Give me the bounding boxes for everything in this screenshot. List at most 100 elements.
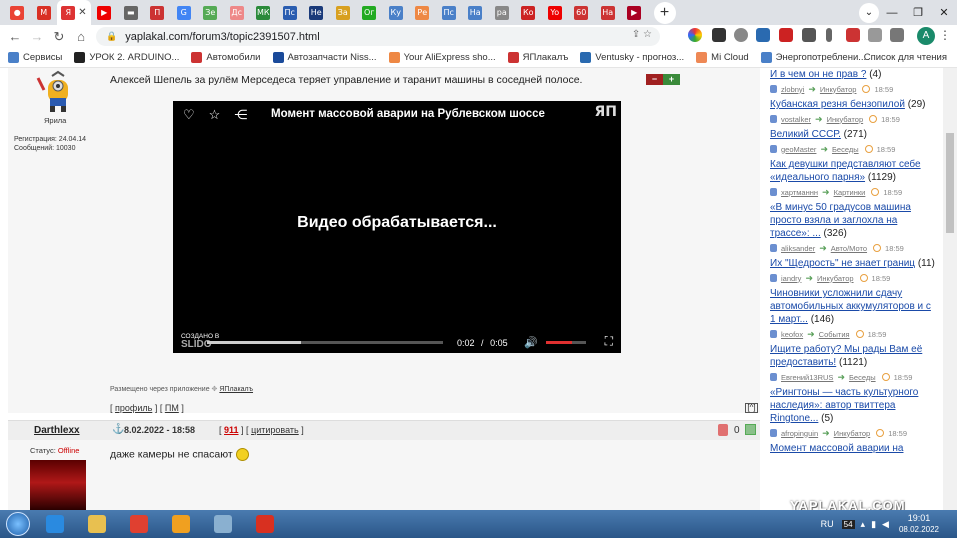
- browser-tab[interactable]: Ре: [409, 0, 436, 25]
- browser-tab[interactable]: ▶: [91, 0, 118, 25]
- topic-author-link[interactable]: хартманнн: [781, 188, 818, 197]
- topic-link[interactable]: Их "Щедрость" не знает границ: [770, 258, 915, 269]
- home-button[interactable]: ⌂: [70, 29, 92, 44]
- browser-tab[interactable]: Ку: [383, 0, 410, 25]
- topic-link[interactable]: «Рингтоны — часть культурного наследия»:…: [770, 387, 918, 424]
- taskbar-app-button[interactable]: [80, 511, 114, 537]
- topic-author-link[interactable]: aliksander: [781, 244, 815, 253]
- close-tab-icon[interactable]: ✕: [78, 7, 86, 18]
- volume-icon[interactable]: 🔊: [524, 336, 538, 349]
- video-player[interactable]: ♡ ☆ ⋲ Момент массовой аварии на Рублевск…: [173, 101, 621, 353]
- bookmark-item[interactable]: Автомобили: [191, 52, 261, 63]
- bookmark-item[interactable]: Ventusky - прогноз...: [580, 52, 684, 63]
- browser-tab[interactable]: Я ✕: [57, 0, 91, 25]
- bookmark-item[interactable]: Mi Cloud: [696, 52, 749, 63]
- topic-author-link[interactable]: keofox: [781, 330, 803, 339]
- volume-slider[interactable]: [546, 341, 586, 344]
- bookmark-item[interactable]: Your AliExpress sho...: [388, 52, 496, 63]
- browser-tab[interactable]: На: [462, 0, 489, 25]
- lock-icon[interactable]: 🔒: [106, 31, 117, 42]
- bookmark-item[interactable]: Автозапчасти Niss...: [272, 52, 377, 63]
- topic-author-link[interactable]: iandry: [781, 274, 801, 283]
- browser-tab[interactable]: МК: [250, 0, 277, 25]
- placed-via-app-link[interactable]: ЯПлакалъ: [219, 386, 253, 393]
- topic-section-link[interactable]: Картинки: [834, 188, 866, 197]
- extension-icon[interactable]: [868, 28, 882, 42]
- browser-tab[interactable]: Зе: [197, 0, 224, 25]
- browser-tab[interactable]: Дс: [224, 0, 251, 25]
- browser-tab[interactable]: 60: [568, 0, 595, 25]
- topic-section-link[interactable]: Инкубатор: [827, 115, 864, 124]
- favorite-star-icon[interactable]: ☆: [209, 107, 221, 123]
- topic-section-link[interactable]: Авто/Мото: [831, 244, 867, 253]
- bookmark-item[interactable]: Энергопотреблени...: [760, 52, 866, 63]
- bookmark-item[interactable]: ЯПлакалъ: [507, 52, 568, 63]
- topic-link[interactable]: Великий СССР.: [770, 129, 841, 140]
- back-button[interactable]: ←: [4, 29, 26, 44]
- maximize-button[interactable]: ❐: [905, 6, 931, 19]
- video-progress-bar[interactable]: [207, 341, 443, 344]
- extension-icon[interactable]: [734, 28, 748, 42]
- browser-tab[interactable]: На: [595, 0, 622, 25]
- share-star-icons[interactable]: ⇪ ☆: [632, 29, 652, 40]
- anchor-icon[interactable]: ⚓: [112, 424, 124, 435]
- browser-tab[interactable]: П: [144, 0, 171, 25]
- vote-minus-button[interactable]: −: [646, 74, 663, 85]
- taskbar-app-button[interactable]: [206, 511, 240, 537]
- profile-avatar[interactable]: A: [917, 27, 935, 45]
- topic-link[interactable]: И в чем он не прав ?: [770, 69, 866, 80]
- taskbar-app-button[interactable]: [38, 511, 72, 537]
- topic-section-link[interactable]: События: [819, 330, 850, 339]
- topic-author-link[interactable]: afropinguin: [781, 429, 818, 438]
- topic-author-link[interactable]: zlobnyi: [781, 85, 804, 94]
- browser-tab[interactable]: Пс: [436, 0, 463, 25]
- close-window-button[interactable]: ✕: [931, 6, 957, 19]
- topic-author-link[interactable]: Евгений13RUS: [781, 373, 833, 382]
- browser-tab[interactable]: ра: [489, 0, 516, 25]
- browser-tab[interactable]: Ог: [356, 0, 383, 25]
- browser-tab[interactable]: Не: [303, 0, 330, 25]
- new-tab-button[interactable]: +: [653, 1, 676, 24]
- pm-link[interactable]: ПМ: [165, 403, 179, 413]
- address-bar[interactable]: 🔒 yaplakal.com/forum3/topic2391507.html …: [96, 27, 660, 46]
- topic-link[interactable]: Кубанская резня бензопилой: [770, 99, 905, 110]
- network-icon[interactable]: ▮: [871, 519, 876, 530]
- minimize-button[interactable]: —: [879, 7, 905, 19]
- extension-icon[interactable]: [756, 28, 770, 42]
- taskbar-app-button[interactable]: [164, 511, 198, 537]
- extension-icon[interactable]: [779, 28, 793, 42]
- speaker-icon[interactable]: ◀: [882, 519, 889, 530]
- page-scrollbar[interactable]: [943, 68, 957, 510]
- like-icon[interactable]: ♡: [183, 107, 195, 123]
- extension-icon[interactable]: [802, 28, 816, 42]
- browser-tab[interactable]: M: [31, 0, 58, 25]
- extension-icon[interactable]: [826, 28, 832, 42]
- browser-tab[interactable]: ▶: [621, 0, 648, 25]
- topic-link[interactable]: Момент массовой аварии на: [770, 443, 903, 454]
- share-icon[interactable]: ⋲: [234, 107, 247, 123]
- extension-icon[interactable]: [712, 28, 726, 42]
- cite-link[interactable]: цитировать: [251, 425, 299, 435]
- topic-section-link[interactable]: Инкубатор: [820, 85, 857, 94]
- topic-author-link[interactable]: geoMaster: [781, 145, 816, 154]
- taskbar-app-button[interactable]: [248, 511, 282, 537]
- topic-author-link[interactable]: vostalker: [781, 115, 811, 124]
- clock[interactable]: 19:01 08.02.2022: [899, 513, 939, 535]
- reload-button[interactable]: ↻: [48, 29, 70, 45]
- extensions-puzzle-icon[interactable]: [890, 28, 904, 42]
- extension-icon[interactable]: [846, 28, 860, 42]
- scroll-top-button[interactable]: [^]: [745, 403, 758, 413]
- bookmark-item[interactable]: Сервисы: [8, 52, 62, 63]
- start-button[interactable]: [6, 512, 30, 536]
- post-2-author[interactable]: Darthlexx: [34, 425, 80, 436]
- bookmark-item[interactable]: УРОК 2. ARDUINO...: [74, 52, 179, 63]
- rate-up-icon[interactable]: [745, 424, 756, 435]
- topic-section-link[interactable]: Инкубатор: [834, 429, 871, 438]
- topic-link[interactable]: Чиновники усложнили сдачу автомобильных …: [770, 288, 931, 325]
- browser-tab[interactable]: Пс: [277, 0, 304, 25]
- topic-section-link[interactable]: Беседы: [849, 373, 876, 382]
- browser-tab[interactable]: Ко: [515, 0, 542, 25]
- profile-link[interactable]: профиль: [115, 403, 152, 413]
- taskbar-app-button[interactable]: [122, 511, 156, 537]
- reading-list-button[interactable]: Список для чтения: [864, 52, 947, 63]
